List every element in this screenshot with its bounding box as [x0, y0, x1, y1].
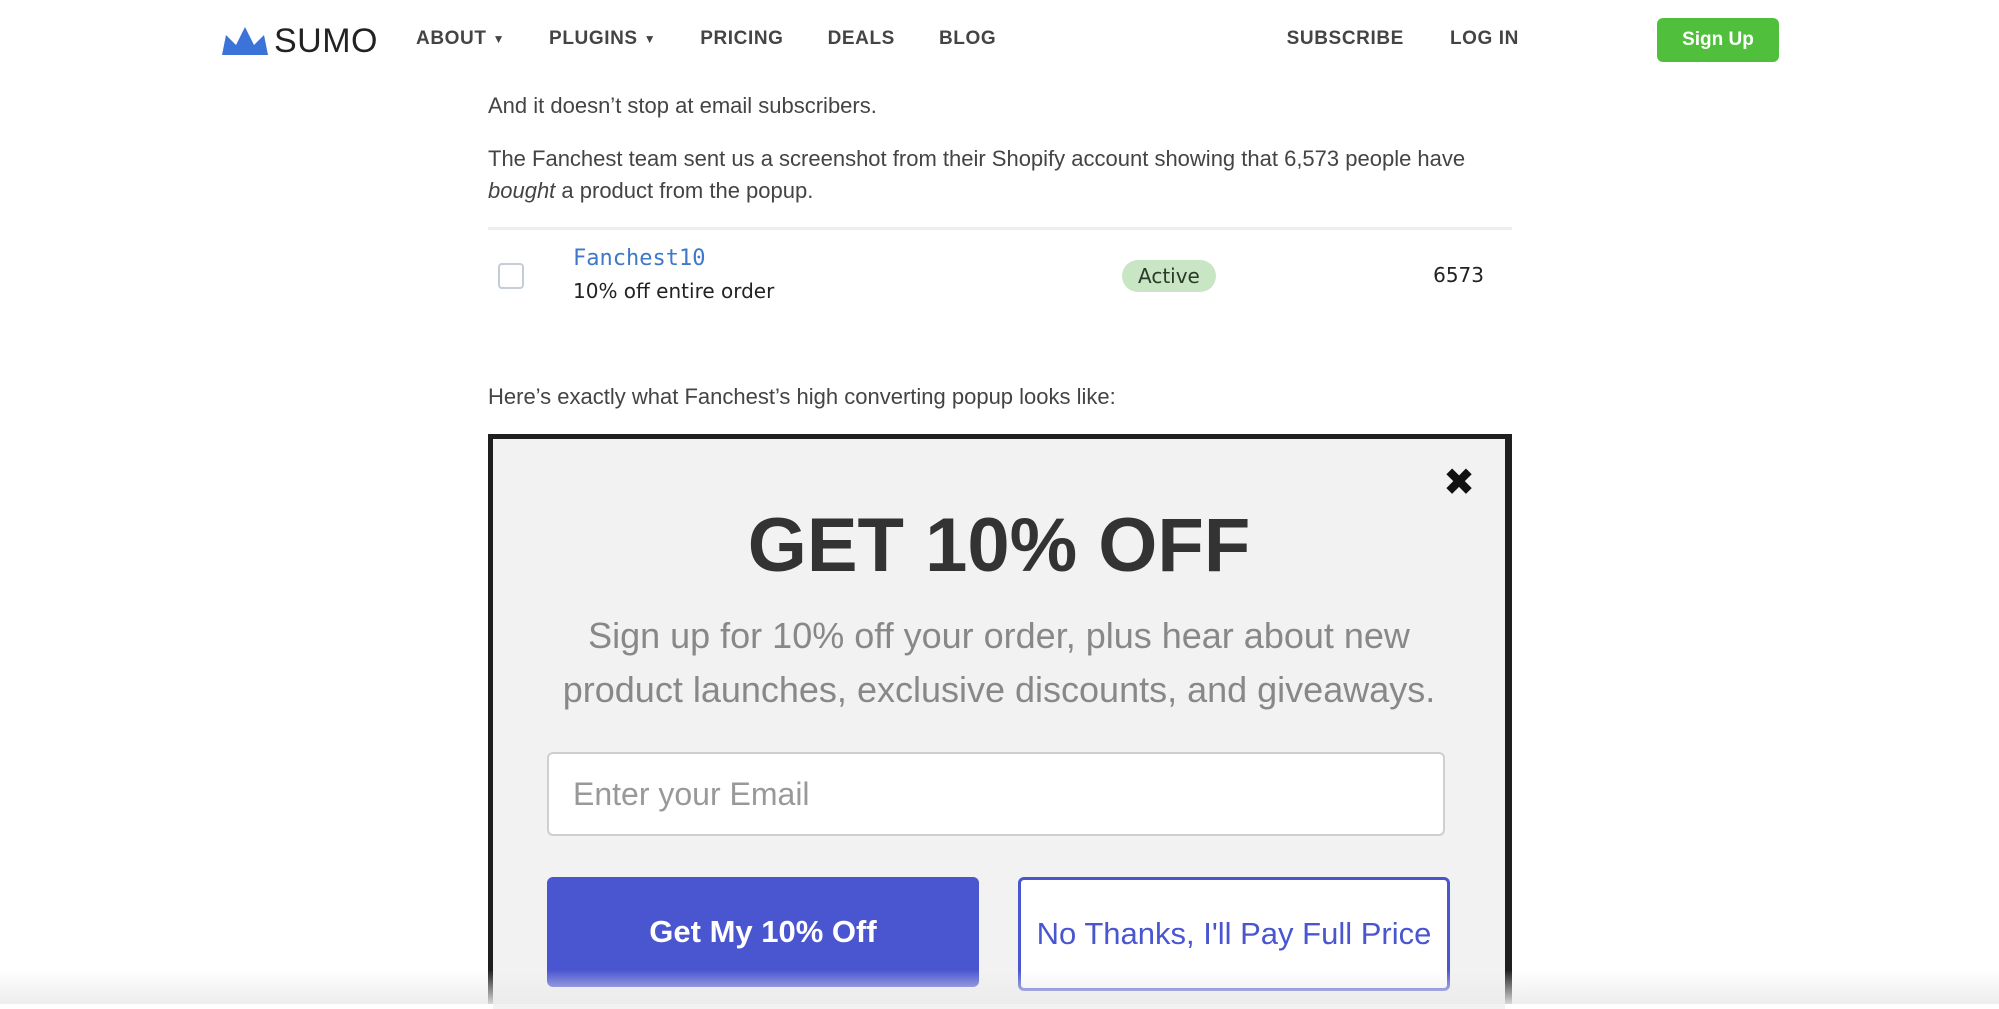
status-badge: Active	[1122, 260, 1216, 292]
email-field[interactable]	[547, 752, 1445, 836]
popup-title: GET 10% OFF	[747, 503, 1251, 588]
nav-about[interactable]: ABOUT ▼	[416, 28, 505, 50]
main-nav: ABOUT ▼ PLUGINS ▼ PRICING DEALS BLOG	[416, 28, 1040, 50]
close-icon[interactable]: ✖	[1443, 463, 1475, 503]
article-paragraph: And it doesn’t stop at email subscribers…	[488, 93, 877, 118]
popup-screenshot: ✖ GET 10% OFF Sign up for 10% off your o…	[488, 434, 1512, 1009]
sumo-logo[interactable]: SUMO	[220, 24, 378, 58]
decline-button[interactable]: No Thanks, I'll Pay Full Price	[1018, 877, 1450, 991]
emphasis-text: bought	[488, 178, 556, 203]
article-paragraph: The Fanchest team sent us a screenshot f…	[488, 143, 1512, 207]
chevron-down-icon: ▼	[492, 32, 506, 46]
usage-count: 6573	[1433, 263, 1484, 287]
paragraph-text: The Fanchest team sent us a screenshot f…	[488, 146, 1466, 171]
popup-subtitle: Sign up for 10% off your order, plus hea…	[562, 615, 1436, 710]
signup-button[interactable]: Sign Up	[1657, 18, 1779, 62]
nav-about-label: ABOUT	[416, 28, 487, 49]
discount-table-screenshot: Fanchest10 10% off entire order Active 6…	[488, 227, 1512, 320]
logo-text: SUMO	[274, 22, 378, 60]
article-paragraph: Here’s exactly what Fanchest’s high conv…	[488, 384, 1116, 409]
nav-plugins-label: PLUGINS	[549, 28, 638, 49]
get-discount-button[interactable]: Get My 10% Off	[547, 877, 979, 987]
account-nav: SUBSCRIBE LOG IN	[1241, 28, 1519, 50]
paragraph-text: a product from the popup.	[555, 178, 814, 203]
site-header: SUMO ABOUT ▼ PLUGINS ▼ PRICING DEALS BLO…	[0, 0, 1999, 80]
nav-pricing[interactable]: PRICING	[700, 28, 783, 50]
nav-blog[interactable]: BLOG	[939, 28, 996, 50]
nav-deals[interactable]: DEALS	[828, 28, 895, 50]
chevron-down-icon: ▼	[643, 32, 657, 46]
login-link[interactable]: LOG IN	[1450, 28, 1519, 50]
crown-icon	[222, 27, 268, 55]
discount-code[interactable]: Fanchest10	[573, 246, 705, 271]
discount-description: 10% off entire order	[573, 279, 775, 303]
popup-modal: ✖ GET 10% OFF Sign up for 10% off your o…	[493, 439, 1505, 1009]
subscribe-link[interactable]: SUBSCRIBE	[1287, 28, 1404, 50]
nav-plugins[interactable]: PLUGINS ▼	[549, 28, 656, 50]
row-checkbox[interactable]	[498, 263, 524, 289]
